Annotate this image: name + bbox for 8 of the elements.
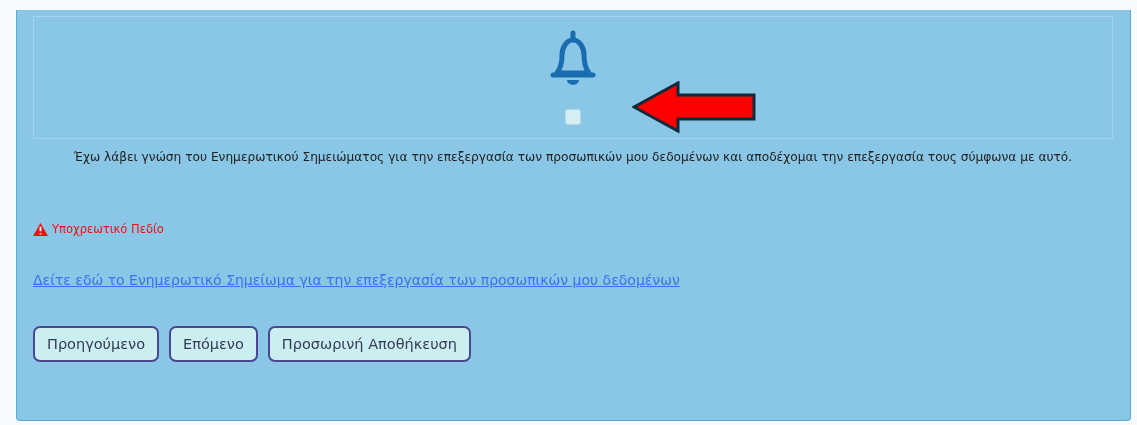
consent-checkbox[interactable] xyxy=(565,109,581,125)
nav-button[interactable]: Επόμενο xyxy=(169,326,258,362)
warning-icon xyxy=(33,222,48,236)
arrow-icon xyxy=(632,81,758,133)
error-message: Υποχρεωτικό Πεδίο xyxy=(52,222,164,236)
nav-button[interactable]: Προηγούμενο xyxy=(33,326,160,362)
consent-statement: Έχω λάβει γνώση του Ενημερωτικού Σημειώματος για την επεξεργασία των προσωπικών μου δεδομένων και αποδέχομαι την επεξεργασία τους σύμφωνα με αυτό. xyxy=(72,150,1074,164)
nav-button[interactable]: Προσωρινή Αποθήκευση xyxy=(267,326,471,362)
